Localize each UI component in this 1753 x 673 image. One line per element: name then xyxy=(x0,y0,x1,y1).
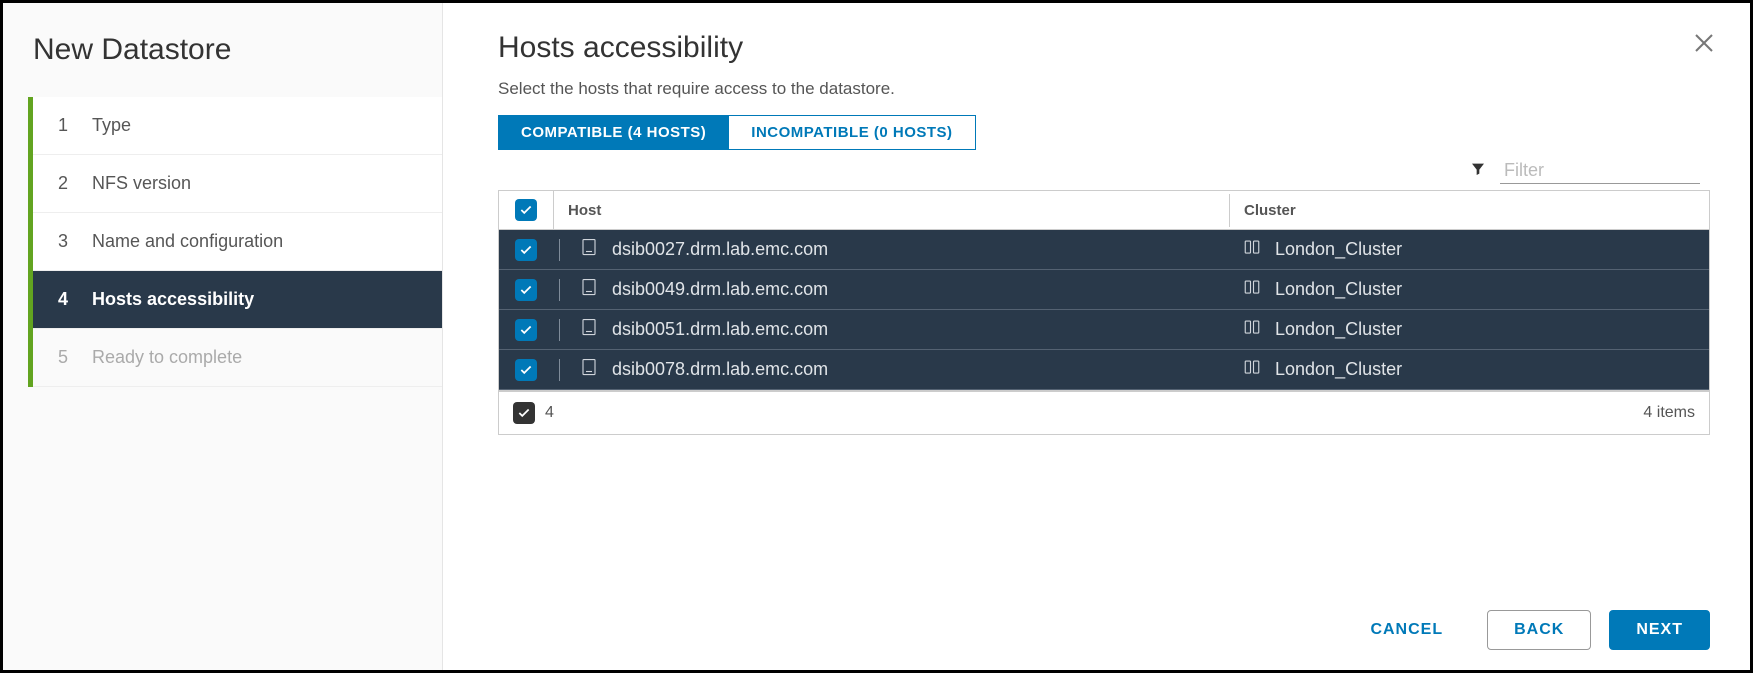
tab-compatible[interactable]: COMPATIBLE (4 HOSTS) xyxy=(498,115,729,150)
cluster-name: London_Cluster xyxy=(1275,239,1402,260)
hosts-table: Host Cluster dsib0027.drm.lab.emc.com Lo… xyxy=(498,190,1710,435)
step-ready-to-complete: 5 Ready to complete xyxy=(33,329,442,387)
host-icon xyxy=(580,278,598,301)
next-button[interactable]: NEXT xyxy=(1609,610,1710,650)
table-row[interactable]: dsib0051.drm.lab.emc.com London_Cluster xyxy=(499,310,1709,350)
page-subtitle: Select the hosts that require access to … xyxy=(498,79,1710,99)
step-label: Ready to complete xyxy=(92,347,242,368)
cluster-icon xyxy=(1243,358,1261,381)
table-row[interactable]: dsib0027.drm.lab.emc.com London_Cluster xyxy=(499,230,1709,270)
compatibility-tabs: COMPATIBLE (4 HOSTS) INCOMPATIBLE (0 HOS… xyxy=(498,115,1710,150)
table-header: Host Cluster xyxy=(499,191,1709,230)
step-name-configuration[interactable]: 3 Name and configuration xyxy=(33,213,442,271)
host-icon xyxy=(580,238,598,261)
step-number: 2 xyxy=(58,173,78,194)
step-label: Hosts accessibility xyxy=(92,289,254,310)
wizard-steps: 1 Type 2 NFS version 3 Name and configur… xyxy=(28,97,442,387)
wizard-footer: CANCEL BACK NEXT xyxy=(498,580,1710,650)
cluster-name: London_Cluster xyxy=(1275,279,1402,300)
table-footer: 4 4 items xyxy=(499,390,1709,434)
selection-count-icon[interactable] xyxy=(513,402,535,424)
wizard-title: New Datastore xyxy=(3,33,442,97)
host-icon xyxy=(580,358,598,381)
filter-bar xyxy=(498,158,1710,184)
items-count: 4 items xyxy=(1643,404,1695,422)
cluster-icon xyxy=(1243,238,1261,261)
step-number: 3 xyxy=(58,231,78,252)
page-title: Hosts accessibility xyxy=(498,31,1710,65)
host-name: dsib0049.drm.lab.emc.com xyxy=(612,279,828,300)
wizard-content: Hosts accessibility Select the hosts tha… xyxy=(443,3,1750,670)
step-number: 1 xyxy=(58,115,78,136)
column-header-cluster[interactable]: Cluster xyxy=(1229,194,1709,227)
row-checkbox[interactable] xyxy=(515,239,537,261)
host-icon xyxy=(580,318,598,341)
table-row[interactable]: dsib0078.drm.lab.emc.com London_Cluster xyxy=(499,350,1709,390)
cancel-button[interactable]: CANCEL xyxy=(1344,611,1469,649)
step-nfs-version[interactable]: 2 NFS version xyxy=(33,155,442,213)
host-name: dsib0027.drm.lab.emc.com xyxy=(612,239,828,260)
wizard-sidebar: New Datastore 1 Type 2 NFS version 3 Nam… xyxy=(3,3,443,670)
table-row[interactable]: dsib0049.drm.lab.emc.com London_Cluster xyxy=(499,270,1709,310)
step-number: 4 xyxy=(58,289,78,310)
row-checkbox[interactable] xyxy=(515,319,537,341)
column-header-host[interactable]: Host xyxy=(554,194,1229,227)
selection-count: 4 xyxy=(545,404,554,422)
host-name: dsib0078.drm.lab.emc.com xyxy=(612,359,828,380)
back-button[interactable]: BACK xyxy=(1487,610,1591,650)
close-icon[interactable] xyxy=(1692,31,1716,60)
cluster-name: London_Cluster xyxy=(1275,319,1402,340)
step-hosts-accessibility[interactable]: 4 Hosts accessibility xyxy=(33,271,442,329)
step-label: NFS version xyxy=(92,173,191,194)
cluster-icon xyxy=(1243,318,1261,341)
tab-incompatible[interactable]: INCOMPATIBLE (0 HOSTS) xyxy=(729,115,975,150)
step-number: 5 xyxy=(58,347,78,368)
row-checkbox[interactable] xyxy=(515,279,537,301)
filter-input[interactable] xyxy=(1500,158,1700,184)
row-checkbox[interactable] xyxy=(515,359,537,381)
wizard-dialog: New Datastore 1 Type 2 NFS version 3 Nam… xyxy=(0,0,1753,673)
filter-icon[interactable] xyxy=(1470,161,1486,182)
step-label: Name and configuration xyxy=(92,231,283,252)
select-all-checkbox[interactable] xyxy=(515,199,537,221)
step-label: Type xyxy=(92,115,131,136)
host-name: dsib0051.drm.lab.emc.com xyxy=(612,319,828,340)
cluster-name: London_Cluster xyxy=(1275,359,1402,380)
step-type[interactable]: 1 Type xyxy=(33,97,442,155)
cluster-icon xyxy=(1243,278,1261,301)
